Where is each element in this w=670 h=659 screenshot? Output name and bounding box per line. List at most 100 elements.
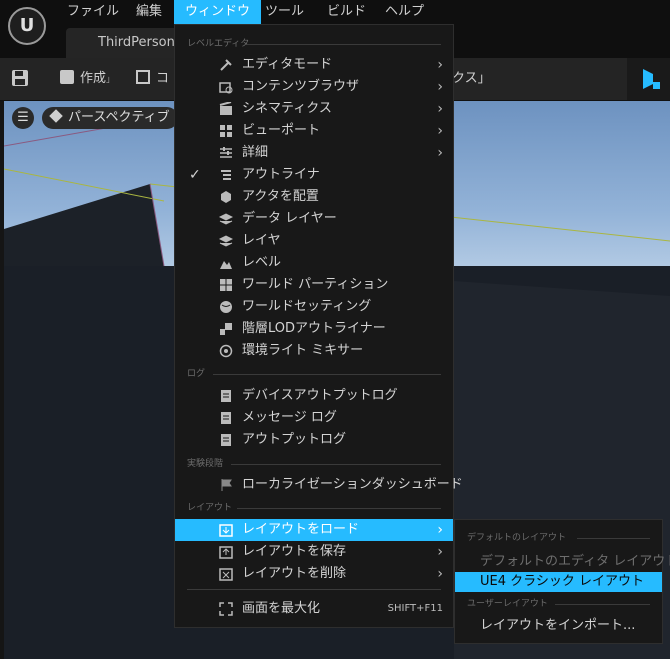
- menu-item-layers[interactable]: レイヤ: [175, 230, 453, 252]
- menu-window[interactable]: ウィンドウ: [174, 0, 262, 24]
- menu-item-label: ワールド パーティション: [242, 277, 389, 292]
- menu-item-label: データ レイヤー: [242, 211, 337, 226]
- chevron-right-icon: ›: [437, 544, 443, 560]
- menu-item-label: レイアウトをインポート...: [480, 618, 636, 633]
- menu-item-viewport[interactable]: ビューポート ›: [175, 120, 453, 142]
- menu-item-label: ビューポート: [242, 123, 321, 138]
- menu-item-world-partition[interactable]: ワールド パーティション: [175, 274, 453, 296]
- play-button[interactable]: [627, 58, 670, 100]
- menu-item-default-editor-layout: デフォルトのエディタ レイアウト: [455, 552, 670, 572]
- menu-item-place-actors[interactable]: アクタを配置: [175, 186, 453, 208]
- menu-item-label: 画面を最大化: [242, 601, 321, 616]
- menu-item-localization-dashboard[interactable]: ローカライゼーションダッシュボード: [175, 474, 463, 496]
- chevron-right-icon: ›: [437, 145, 443, 161]
- chevron-right-icon: ›: [437, 566, 443, 582]
- save-layout-icon: [219, 546, 233, 559]
- menu-item-save-layout[interactable]: レイアウトを保存 ›: [175, 541, 453, 563]
- menu-item-cinematics[interactable]: シネマティクス ›: [175, 98, 453, 120]
- content-button[interactable]: コ: [136, 67, 169, 91]
- create-icon: [60, 70, 74, 84]
- create-label: 作成: [80, 71, 107, 86]
- env-light-icon: [219, 344, 233, 358]
- menu-help[interactable]: ヘルプ: [374, 0, 435, 24]
- unreal-logo-icon[interactable]: U: [8, 7, 46, 45]
- menu-item-label: メッセージ ログ: [242, 410, 337, 425]
- section-user-layouts: ユーザーレイアウト: [467, 599, 548, 609]
- menu-item-label: レイアウトを保存: [242, 544, 347, 559]
- content-label: コ: [156, 71, 170, 86]
- section-layout: レイアウト: [187, 503, 233, 513]
- cinematics-icon: [219, 102, 232, 115]
- localization-icon: [221, 479, 232, 491]
- device-log-icon: [221, 390, 231, 402]
- menu-item-delete-layout[interactable]: レイアウトを削除 ›: [175, 563, 453, 585]
- chevron-right-icon: ›: [437, 123, 443, 139]
- menu-item-label: レイアウトを削除: [242, 566, 347, 581]
- menu-item-label: ローカライゼーションダッシュボード: [242, 477, 463, 492]
- content-icon: [136, 70, 150, 84]
- message-log-icon: [221, 412, 231, 424]
- menu-item-label: レベル: [242, 255, 282, 270]
- chevron-right-icon: ›: [437, 57, 443, 73]
- menu-item-label: アクタを配置: [242, 189, 319, 204]
- menu-item-output-log[interactable]: アウトプットログ: [175, 429, 453, 451]
- menu-item-label: アウトライナ: [242, 167, 320, 182]
- menu-item-editor-mode[interactable]: エディタモード ›: [175, 54, 453, 76]
- chevron-right-icon: ›: [437, 522, 443, 538]
- viewport-perspective-button[interactable]: パースペクティブ: [42, 107, 178, 129]
- section-log: ログ: [187, 369, 206, 379]
- checkmark-icon: ✓: [189, 167, 201, 183]
- menu-item-device-output-log[interactable]: デバイスアウトプットログ: [175, 385, 453, 407]
- menu-item-label: デバイスアウトプットログ: [242, 388, 398, 403]
- world-settings-icon: [220, 301, 232, 313]
- divider: [187, 589, 441, 590]
- menu-file[interactable]: ファイル: [56, 0, 130, 24]
- menu-item-message-log[interactable]: メッセージ ログ: [175, 407, 453, 429]
- menu-item-content-browser[interactable]: コンテンツブラウザ ›: [175, 76, 453, 98]
- mode-icon: [220, 59, 232, 71]
- outliner-icon: [221, 170, 231, 180]
- menu-tools[interactable]: ツール: [254, 0, 315, 24]
- menu-item-levels[interactable]: レベル: [175, 252, 453, 274]
- viewport-icon: [220, 125, 232, 137]
- output-log-icon: [221, 434, 231, 446]
- window-menu-dropdown: レベルエディタ エディタモード › コンテンツブラウザ › シネマティクス › …: [174, 24, 463, 628]
- menu-item-maximize[interactable]: 画面を最大化 SHIFT+F11: [175, 598, 453, 620]
- menu-item-label: レイヤ: [242, 233, 281, 248]
- divider: [213, 374, 441, 375]
- content-browser-icon: [219, 82, 233, 94]
- create-button[interactable]: 作成」: [60, 67, 115, 91]
- perspective-label: パースペクティブ: [68, 110, 170, 125]
- menu-item-hlod-outliner[interactable]: 階層LODアウトライナー: [175, 318, 453, 340]
- menu-item-label: ワールドセッティング: [242, 299, 372, 314]
- menu-item-label: シネマティクス: [242, 101, 332, 116]
- menu-item-label: エディタモード: [242, 57, 333, 72]
- viewport-options-button[interactable]: ☰: [12, 107, 34, 129]
- cinematics-button[interactable]: クス」: [452, 67, 491, 91]
- menu-item-data-layers[interactable]: データ レイヤー: [175, 208, 453, 230]
- menu-edit[interactable]: 編集: [125, 0, 173, 24]
- divider: [555, 604, 650, 605]
- menu-item-load-layout[interactable]: レイアウトをロード ›: [175, 519, 453, 541]
- menu-item-ue4-classic-layout[interactable]: UE4 クラシック レイアウト: [455, 572, 662, 592]
- load-layout-submenu: デフォルトのレイアウト デフォルトのエディタ レイアウト UE4 クラシック レ…: [454, 519, 670, 644]
- save-icon[interactable]: [10, 68, 34, 90]
- section-experimental: 実験段階: [187, 459, 224, 469]
- menu-item-details[interactable]: 詳細 ›: [175, 142, 453, 164]
- menu-item-world-settings[interactable]: ワールドセッティング: [175, 296, 453, 318]
- chevron-right-icon: ›: [437, 79, 443, 95]
- menu-item-outliner[interactable]: ✓ アウトライナ: [175, 164, 453, 186]
- divider: [577, 538, 650, 539]
- data-layers-icon: [219, 213, 233, 225]
- chevron-right-icon: ›: [437, 101, 443, 117]
- menu-item-label: 環境ライト ミキサー: [242, 343, 364, 358]
- menu-item-label: レイアウトをロード: [242, 522, 360, 537]
- menu-item-import-layout[interactable]: レイアウトをインポート...: [455, 616, 662, 636]
- menu-build[interactable]: ビルド: [316, 0, 377, 24]
- menu-item-env-light-mixer[interactable]: 環境ライト ミキサー: [175, 340, 453, 362]
- tab-document[interactable]: ThirdPersonE: [66, 28, 186, 58]
- divider: [231, 464, 441, 465]
- shortcut-label: SHIFT+F11: [387, 603, 443, 614]
- section-level-editor: レベルエディタ: [187, 39, 250, 49]
- place-actors-icon: [221, 191, 231, 203]
